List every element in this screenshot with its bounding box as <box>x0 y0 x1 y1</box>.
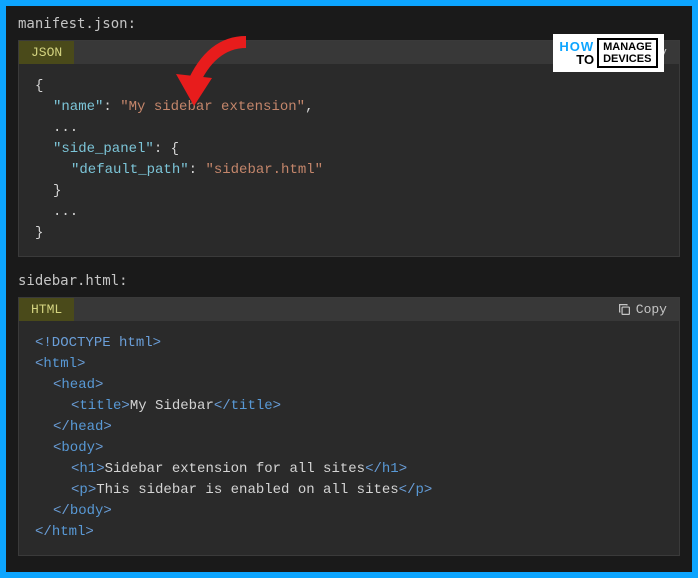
how-to-manage-devices-logo: HOW TO MANAGE DEVICES <box>553 34 664 72</box>
copy-button-html[interactable]: Copy <box>618 302 667 317</box>
logo-devices: DEVICES <box>603 53 652 65</box>
filename-manifest: manifest.json: <box>18 16 680 32</box>
filename-sidebar: sidebar.html: <box>18 273 680 289</box>
code-block-json: JSON Copy { "name": "My sidebar extensio… <box>18 40 680 257</box>
logo-to: TO <box>559 53 594 66</box>
document-container: HOW TO MANAGE DEVICES manifest.json: JSO… <box>6 6 692 572</box>
code-block-html: HTML Copy <!DOCTYPE html> <html> <head> … <box>18 297 680 556</box>
lang-tab-json: JSON <box>19 41 74 64</box>
lang-tab-html: HTML <box>19 298 74 321</box>
code-content-html: <!DOCTYPE html> <html> <head> <title>My … <box>19 321 679 555</box>
copy-label: Copy <box>636 302 667 317</box>
code-header-html: HTML Copy <box>19 298 679 321</box>
logo-manage: MANAGE <box>603 41 652 53</box>
copy-icon <box>618 303 631 316</box>
code-content-json: { "name": "My sidebar extension", ... "s… <box>19 64 679 256</box>
